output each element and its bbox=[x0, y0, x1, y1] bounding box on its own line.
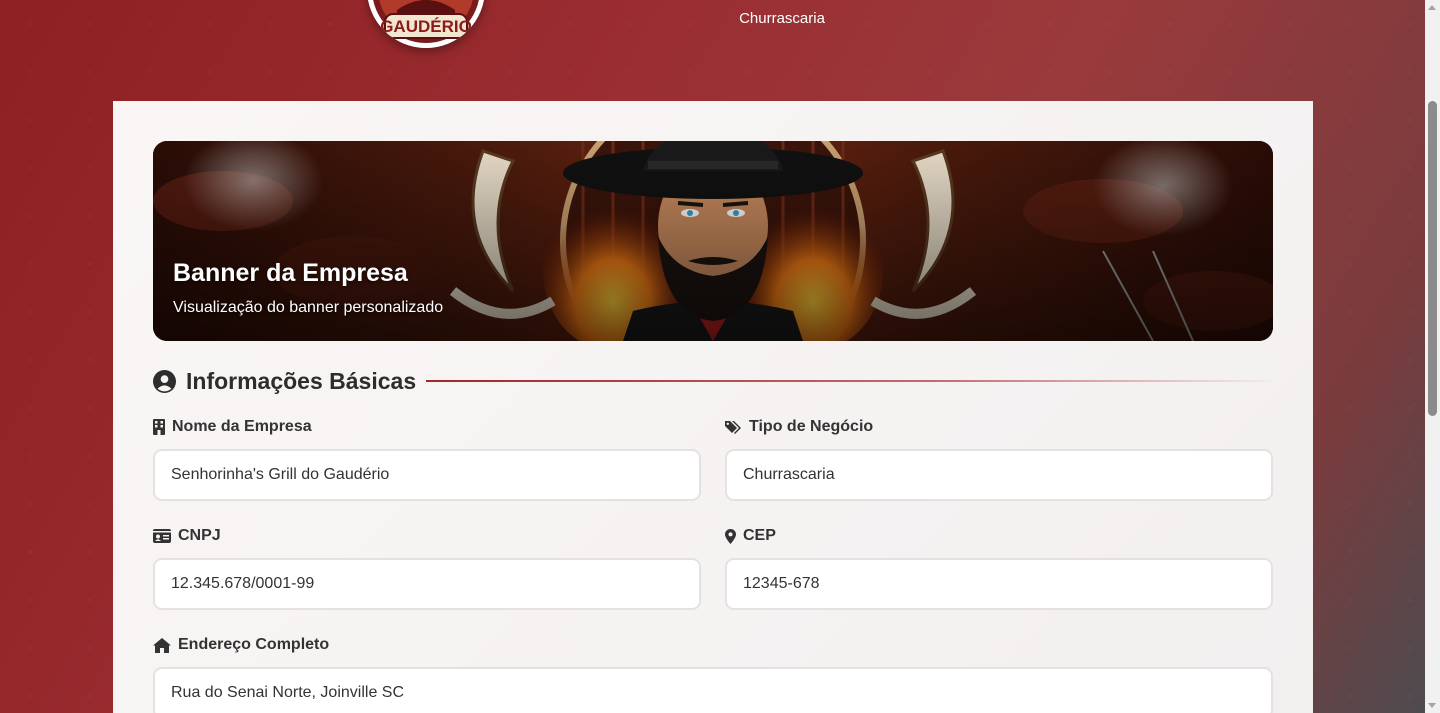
cep-label: CEP bbox=[725, 527, 776, 545]
section-header: Informações Básicas bbox=[153, 365, 1273, 397]
section-divider bbox=[426, 380, 1273, 382]
business-type-label: Tipo de Negócio bbox=[725, 418, 873, 436]
building-icon bbox=[153, 419, 165, 435]
business-type-label-text: Tipo de Negócio bbox=[749, 418, 874, 435]
cnpj-input[interactable] bbox=[153, 558, 701, 610]
cep-label-text: CEP bbox=[743, 527, 776, 544]
address-input[interactable] bbox=[153, 667, 1273, 713]
section-title: Informações Básicas bbox=[186, 367, 417, 394]
logo-emblem: GAUDÉRIO bbox=[368, 0, 484, 48]
cep-input[interactable] bbox=[725, 558, 1273, 610]
header-subtitle: Churrascaria bbox=[739, 10, 825, 27]
company-banner: Banner da Empresa Visualização do banner… bbox=[153, 141, 1273, 341]
user-circle-icon bbox=[153, 369, 176, 393]
banner-subtitle: Visualização do banner personalizado bbox=[173, 299, 444, 316]
company-logo: GAUDÉRIO bbox=[367, 0, 485, 48]
tags-icon bbox=[725, 420, 741, 434]
company-name-label-text: Nome da Empresa bbox=[172, 418, 312, 435]
company-name-input[interactable] bbox=[153, 449, 701, 501]
business-type-input[interactable] bbox=[725, 449, 1273, 501]
cnpj-label-text: CNPJ bbox=[178, 527, 221, 544]
company-name-label: Nome da Empresa bbox=[153, 418, 312, 436]
home-icon bbox=[153, 637, 171, 653]
banner-title: Banner da Empresa bbox=[173, 259, 408, 287]
main-card: Banner da Empresa Visualização do banner… bbox=[113, 101, 1313, 713]
map-pin-icon bbox=[725, 528, 736, 544]
page-scrollbar[interactable] bbox=[1425, 0, 1440, 713]
address-label-text: Endereço Completo bbox=[178, 636, 330, 653]
cnpj-label: CNPJ bbox=[153, 527, 221, 545]
scroll-down-arrow-icon[interactable] bbox=[1428, 703, 1436, 708]
id-card-icon bbox=[153, 529, 171, 543]
scroll-up-arrow-icon[interactable] bbox=[1428, 5, 1436, 10]
logo-text: GAUDÉRIO bbox=[380, 17, 472, 36]
scrollbar-thumb[interactable] bbox=[1428, 101, 1437, 416]
address-label: Endereço Completo bbox=[153, 636, 329, 654]
